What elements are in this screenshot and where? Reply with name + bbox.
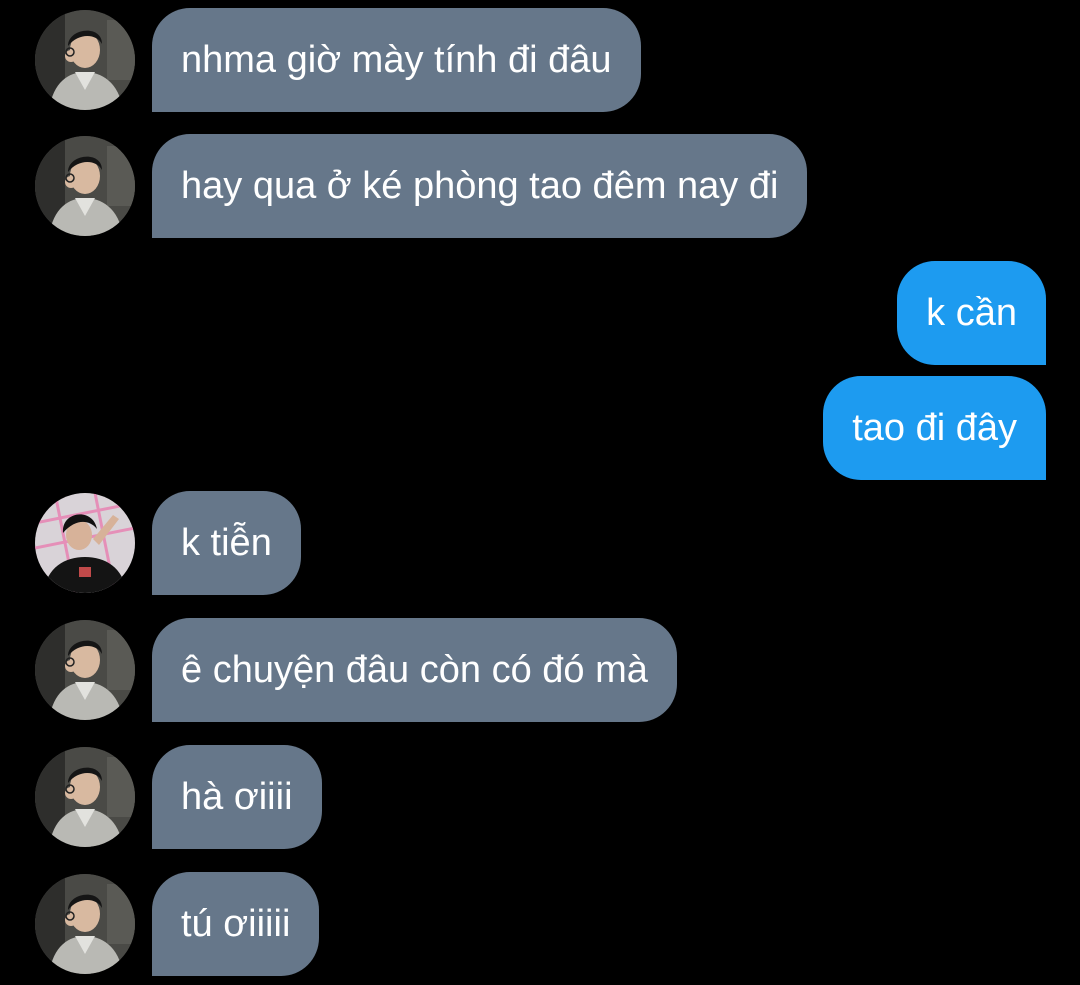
message-bubble[interactable]: hà ơiiii bbox=[152, 745, 322, 849]
friend-avatar[interactable] bbox=[35, 10, 135, 110]
message-row-outgoing: k cần bbox=[0, 261, 1080, 365]
message-row-incoming: ê chuyện đâu còn có đó mà bbox=[0, 618, 1080, 722]
message-row-incoming: tú ơiiiii bbox=[0, 872, 1080, 976]
message-bubble[interactable]: k cần bbox=[897, 261, 1046, 365]
friend-avatar-photo bbox=[35, 136, 135, 236]
friend-avatar-photo bbox=[35, 874, 135, 974]
message-bubble[interactable]: k tiễn bbox=[152, 491, 301, 595]
friend-avatar[interactable] bbox=[35, 136, 135, 236]
friend-avatar[interactable] bbox=[35, 620, 135, 720]
message-row-outgoing: tao đi đây bbox=[0, 376, 1080, 480]
message-row-incoming: nhma giờ mày tính đi đâu bbox=[0, 8, 1080, 112]
message-bubble[interactable]: tao đi đây bbox=[823, 376, 1046, 480]
message-bubble[interactable]: nhma giờ mày tính đi đâu bbox=[152, 8, 641, 112]
friend-avatar[interactable] bbox=[35, 874, 135, 974]
message-bubble[interactable]: hay qua ở ké phòng tao đêm nay đi bbox=[152, 134, 808, 238]
message-row-incoming: k tiễn bbox=[0, 491, 1080, 595]
friend-avatar-photo bbox=[35, 747, 135, 847]
message-bubble[interactable]: ê chuyện đâu còn có đó mà bbox=[152, 618, 677, 722]
friend-avatar-photo bbox=[35, 620, 135, 720]
friend-avatar-photo bbox=[35, 10, 135, 110]
message-bubble[interactable]: tú ơiiiii bbox=[152, 872, 320, 976]
other-avatar[interactable] bbox=[35, 493, 135, 593]
message-row-incoming: hà ơiiii bbox=[0, 745, 1080, 849]
message-row-incoming: hay qua ở ké phòng tao đêm nay đi bbox=[0, 134, 1080, 238]
friend-avatar[interactable] bbox=[35, 747, 135, 847]
other-avatar-photo bbox=[35, 493, 135, 593]
